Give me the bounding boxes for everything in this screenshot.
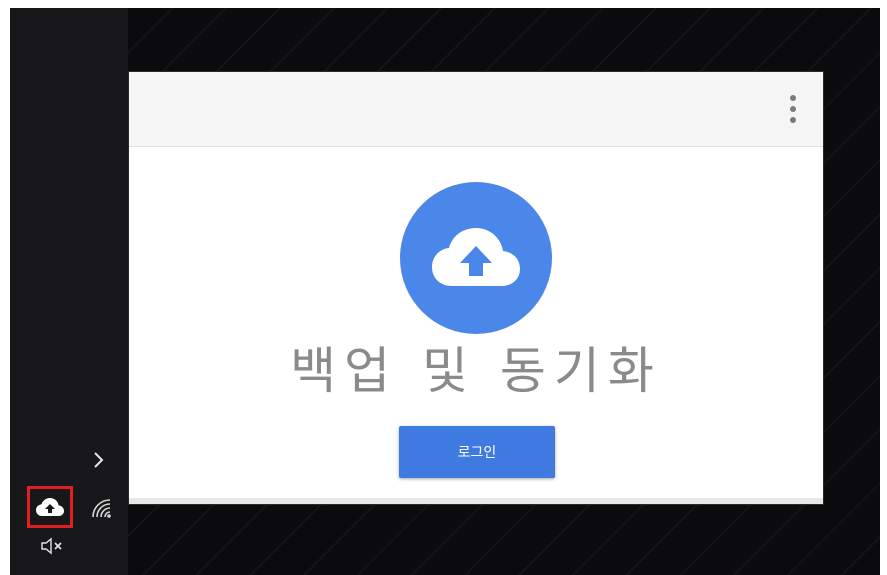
chevron-right-icon[interactable] bbox=[86, 448, 110, 472]
chevron-right-icon-svg bbox=[94, 452, 104, 468]
backup-and-sync-logo bbox=[400, 182, 552, 334]
backup-tray-icon-highlight[interactable] bbox=[27, 486, 73, 528]
backup-and-sync-window: 백업 및 동기화 로그인 bbox=[129, 72, 823, 504]
menu-dot bbox=[790, 95, 796, 101]
window-bottom-border bbox=[129, 498, 823, 504]
login-button[interactable]: 로그인 bbox=[399, 426, 555, 478]
network-icon-svg bbox=[92, 499, 111, 518]
app-title: 백업 및 동기화 bbox=[290, 342, 662, 400]
desktop-background: 백업 및 동기화 로그인 bbox=[10, 8, 880, 575]
menu-dot bbox=[790, 106, 796, 112]
taskbar bbox=[10, 8, 128, 575]
more-options-icon[interactable] bbox=[785, 92, 801, 126]
menu-dot bbox=[790, 117, 796, 123]
volume-muted-icon[interactable] bbox=[40, 536, 70, 556]
window-toolbar bbox=[129, 72, 823, 147]
volume-muted-icon-svg bbox=[41, 537, 62, 555]
network-icon[interactable] bbox=[90, 497, 112, 519]
cloud-upload-icon bbox=[432, 228, 520, 286]
backup-cloud-icon bbox=[36, 498, 64, 516]
